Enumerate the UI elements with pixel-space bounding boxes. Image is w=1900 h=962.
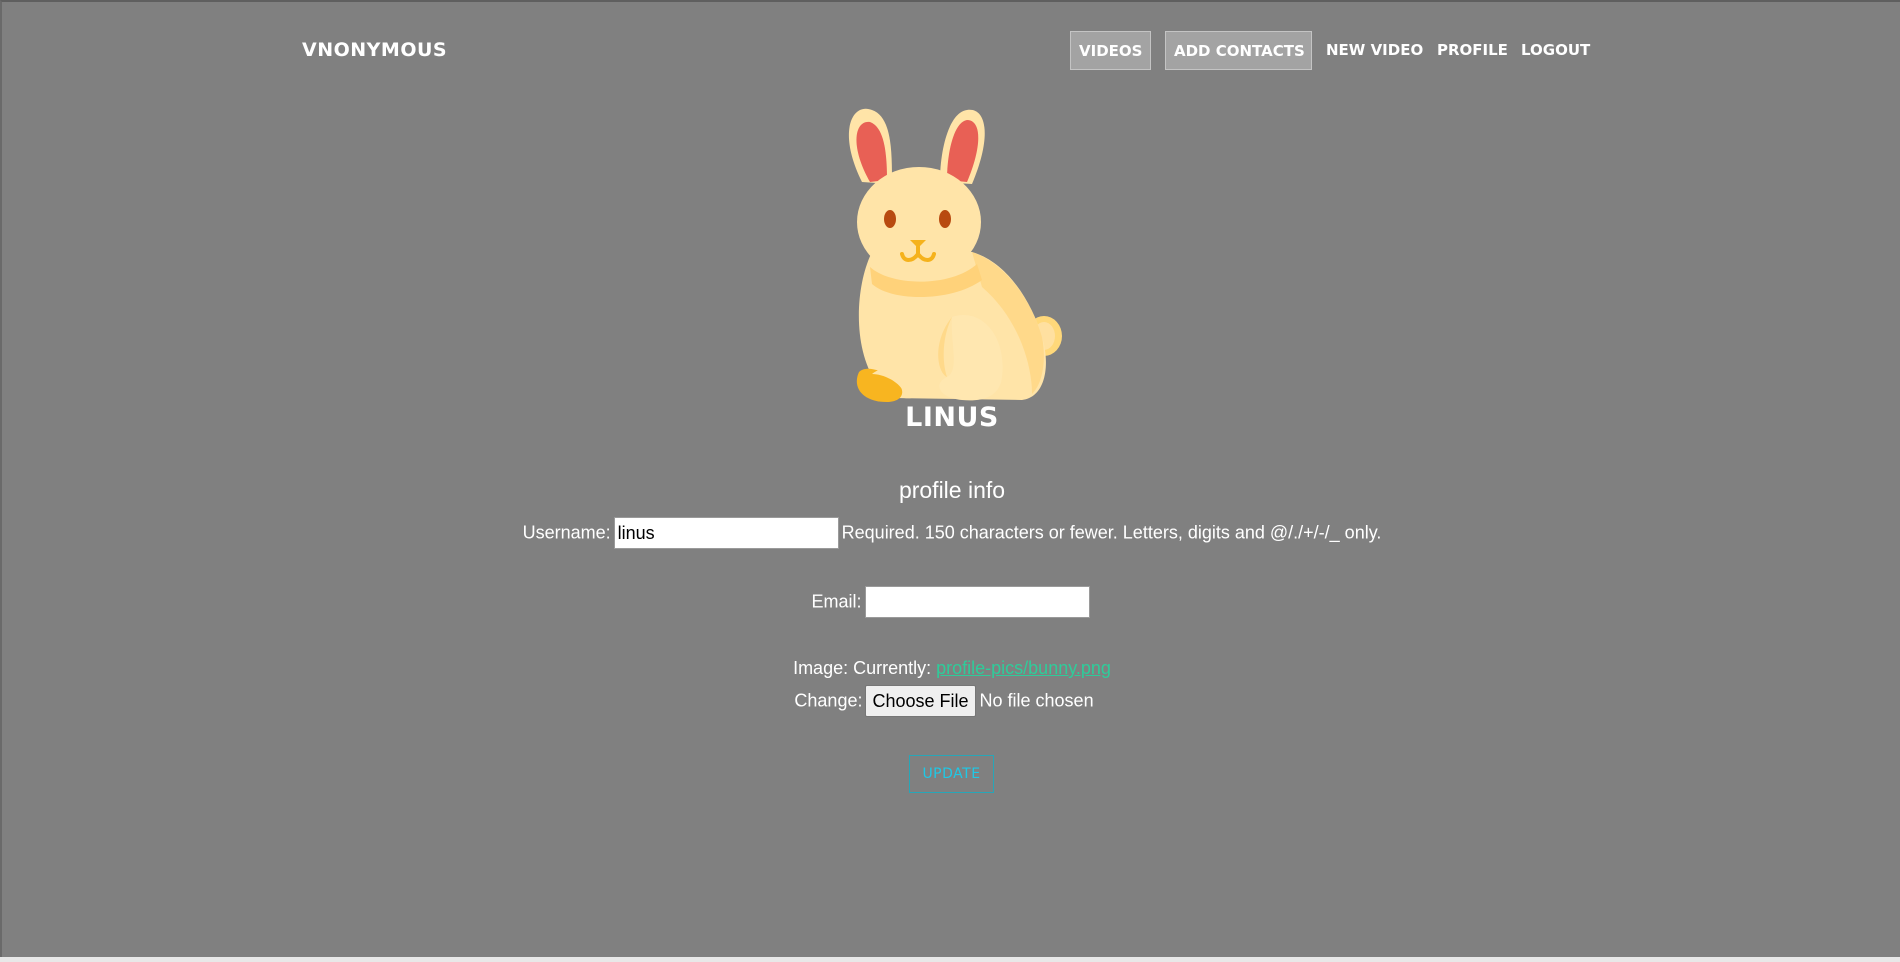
bunny-icon (832, 102, 1072, 407)
nav-add-contacts[interactable]: ADD CONTACTS (1165, 31, 1312, 70)
current-image-link[interactable]: profile-pics/bunny.png (936, 658, 1111, 678)
section-title: profile info (898, 477, 1006, 503)
username-row: Username: Required. 150 characters or few… (2, 517, 1900, 549)
choose-file-button[interactable]: Choose File (865, 685, 976, 717)
nav-new-video[interactable]: NEW VIDEO (1326, 31, 1423, 70)
page-bottom-edge (0, 957, 1900, 962)
change-row: Change: Choose File No file chosen (0, 685, 1894, 717)
email-row: Email: (2, 586, 1900, 618)
image-row: Image: Currently: profile-pics/bunny.png (2, 658, 1900, 679)
no-file-text: No file chosen (979, 690, 1094, 711)
update-button[interactable]: UPDATE (909, 755, 994, 793)
email-label: Email: (811, 591, 862, 612)
username-input[interactable] (613, 517, 839, 549)
image-label: Image: Currently: (793, 658, 932, 678)
nav-logout[interactable]: LOGOUT (1521, 31, 1590, 70)
change-label: Change: (794, 690, 863, 711)
nav-profile[interactable]: PROFILE (1437, 31, 1508, 70)
brand-logo[interactable]: VNONYMOUS (302, 39, 447, 61)
username-label: Username: (522, 522, 611, 543)
username-help: Required. 150 characters or fewer. Lette… (841, 522, 1382, 543)
nav-videos[interactable]: VIDEOS (1070, 31, 1151, 70)
email-input[interactable] (864, 586, 1090, 618)
profile-name: LINUS (905, 402, 999, 433)
page: VNONYMOUS VIDEOS ADD CONTACTS NEW VIDEO … (0, 0, 1900, 957)
